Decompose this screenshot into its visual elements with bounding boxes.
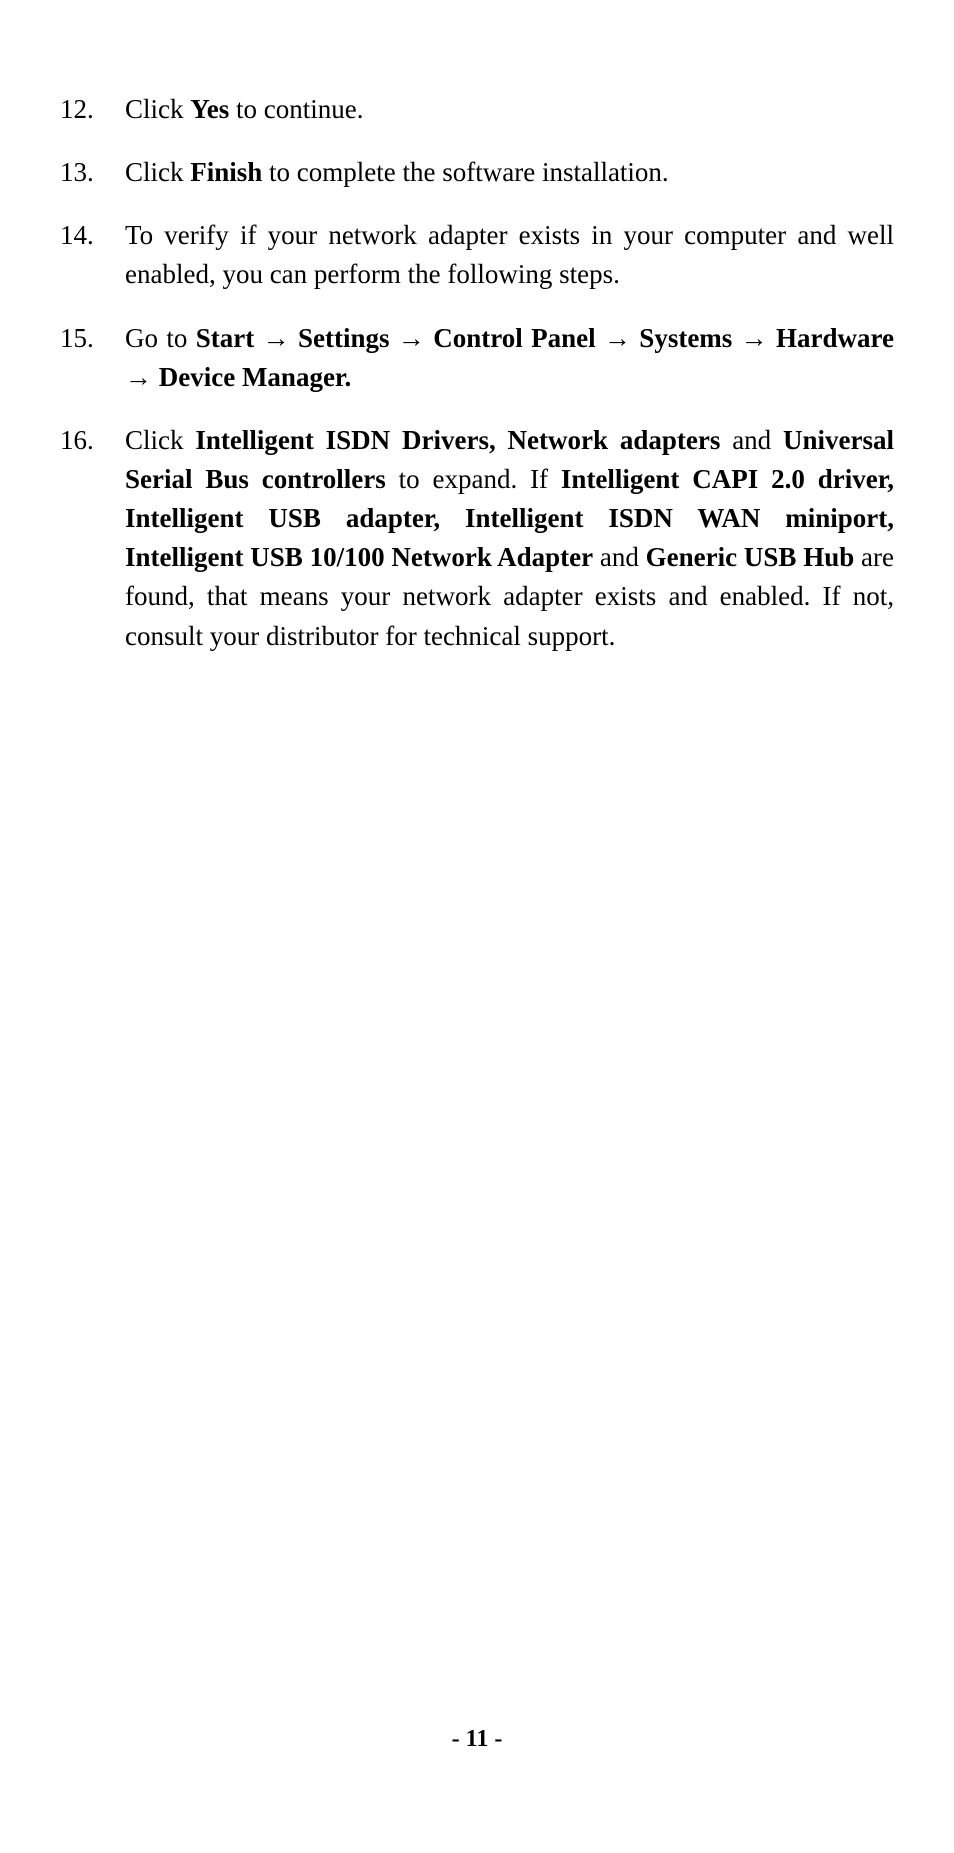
text-span: Control Panel xyxy=(425,323,604,353)
list-item: 16.Click Intelligent ISDN Drivers, Netwo… xyxy=(60,421,894,656)
text-span: to expand. If xyxy=(386,464,561,494)
text-span: Start xyxy=(196,323,263,353)
arrow-icon: → xyxy=(398,323,425,353)
arrow-icon: → xyxy=(604,323,631,353)
text-span: to continue. xyxy=(229,94,363,124)
item-number: 13. xyxy=(60,153,125,192)
arrow-icon: → xyxy=(125,362,152,392)
text-span: Click xyxy=(125,425,195,455)
text-span: Generic USB Hub xyxy=(646,542,855,572)
arrow-icon: → xyxy=(263,323,290,353)
item-number: 16. xyxy=(60,421,125,656)
item-content: Click Yes to continue. xyxy=(125,90,894,129)
list-item: 14.To verify if your network adapter exi… xyxy=(60,216,894,294)
text-span: Click xyxy=(125,94,190,124)
text-span: Device Manager. xyxy=(152,362,351,392)
text-span: and xyxy=(720,425,783,455)
text-span: and xyxy=(593,542,646,572)
item-content: Click Finish to complete the software in… xyxy=(125,153,894,192)
item-number: 14. xyxy=(60,216,125,294)
text-span: Systems xyxy=(631,323,741,353)
item-content: To verify if your network adapter exists… xyxy=(125,216,894,294)
item-number: 15. xyxy=(60,319,125,397)
arrow-icon: → xyxy=(741,323,768,353)
list-item: 15.Go to Start → Settings → Control Pane… xyxy=(60,319,894,397)
item-content: Go to Start → Settings → Control Panel →… xyxy=(125,319,894,397)
text-span: Go to xyxy=(125,323,196,353)
page-number: - 11 - xyxy=(0,1726,954,1753)
text-span: Finish xyxy=(190,157,262,187)
text-span: Settings xyxy=(290,323,398,353)
list-item: 12.Click Yes to continue. xyxy=(60,90,894,129)
text-span: Hardware xyxy=(768,323,894,353)
instruction-list: 12.Click Yes to continue.13.Click Finish… xyxy=(60,90,894,656)
text-span: Yes xyxy=(190,94,229,124)
item-number: 12. xyxy=(60,90,125,129)
item-content: Click Intelligent ISDN Drivers, Network … xyxy=(125,421,894,656)
list-item: 13.Click Finish to complete the software… xyxy=(60,153,894,192)
text-span: Click xyxy=(125,157,190,187)
text-span: Intelligent ISDN Drivers, Network adapte… xyxy=(195,425,720,455)
text-span: To verify if your network adapter exists… xyxy=(125,220,894,289)
text-span: to complete the software installation. xyxy=(262,157,668,187)
